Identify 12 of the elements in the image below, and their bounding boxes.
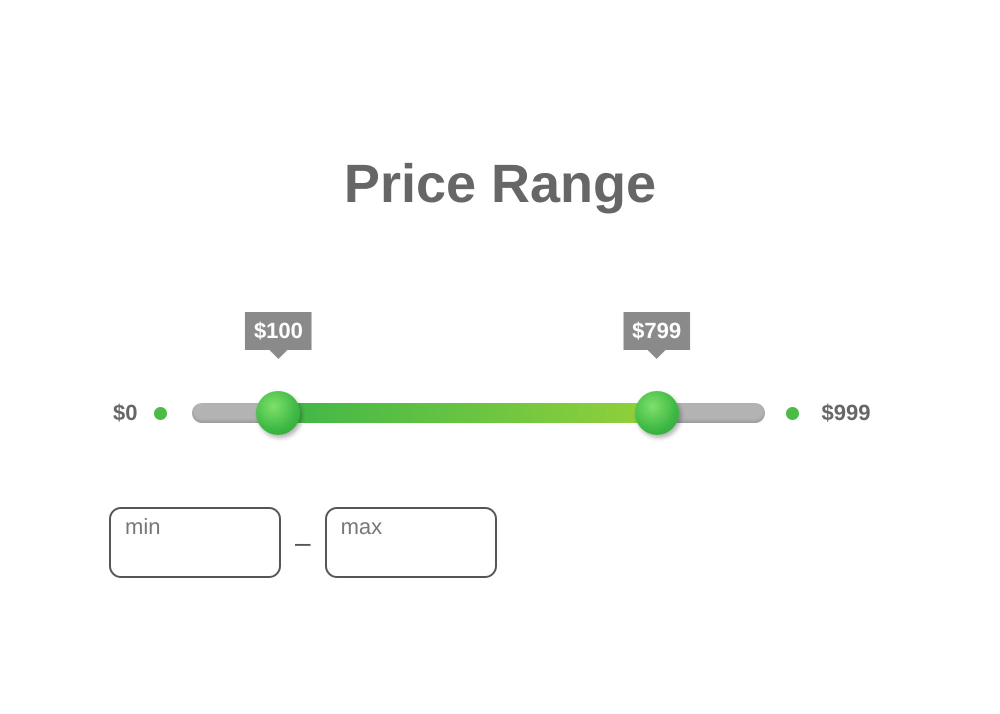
max-price-label: $999	[821, 400, 870, 426]
slider-handle[interactable]	[634, 391, 679, 435]
input-field[interactable]: max	[324, 507, 497, 578]
title: Price Range	[342, 153, 658, 216]
dot-icon	[154, 406, 168, 420]
dash: –	[295, 526, 311, 558]
value-tooltip: $799	[623, 312, 690, 359]
min-price-label: $0	[113, 400, 138, 426]
value-tooltip: $100	[244, 312, 312, 359]
slider-handle[interactable]	[256, 391, 300, 435]
dot-icon	[786, 406, 800, 420]
input-field[interactable]: min	[109, 507, 281, 578]
